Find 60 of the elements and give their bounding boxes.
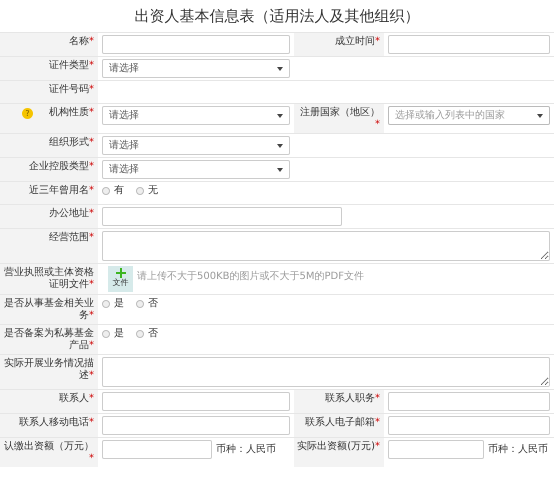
text-input[interactable] [102, 392, 290, 411]
radio-label: 否 [148, 297, 158, 311]
field-label: 组织形式* [0, 134, 98, 157]
field-label: 证件号码* [0, 81, 98, 103]
field-label: 联系人电子邮箱* [294, 414, 384, 437]
radio-label: 有 [114, 184, 124, 198]
radio-button[interactable] [136, 330, 144, 338]
text-area[interactable] [102, 231, 550, 261]
radio-label: 否 [148, 327, 158, 341]
amount-input[interactable] [388, 440, 484, 459]
field-label: 近三年曾用名* [0, 182, 98, 204]
caret-icon [277, 168, 283, 172]
field-label: 办公地址* [0, 205, 98, 228]
field-label: 企业控股类型* [0, 158, 98, 181]
caret-icon [537, 114, 543, 118]
help-icon[interactable]: ? [22, 108, 33, 119]
radio-button[interactable] [102, 330, 110, 338]
field-label: 联系人移动电话* [0, 414, 98, 437]
radio-button[interactable] [102, 300, 110, 308]
field-label: 是否从事基金相关业务* [0, 295, 98, 324]
radio-button[interactable] [102, 187, 110, 195]
field-label: 联系人职务* [294, 390, 384, 413]
radio-label: 无 [148, 184, 158, 198]
field-label: 营业执照或主体资格证明文件* [0, 264, 98, 294]
upload-hint: 请上传不大于500KB的图片或不大于5M的PDF文件 [137, 270, 364, 284]
amount-input[interactable] [102, 440, 212, 459]
radio-label: 是 [114, 327, 124, 341]
field-label: 名称* [0, 33, 98, 56]
text-input[interactable] [388, 392, 550, 411]
field-label: 实际出资额(万元)* [294, 438, 384, 467]
text-input[interactable] [102, 416, 290, 435]
text-input[interactable] [102, 35, 290, 54]
radio-button[interactable] [136, 187, 144, 195]
select-field[interactable]: 请选择 [102, 136, 290, 155]
field-label: 成立时间* [294, 33, 384, 56]
field-label: 认缴出资额（万元） * [0, 438, 98, 467]
select-field[interactable]: 请选择 [102, 160, 290, 179]
select-field[interactable]: 请选择 [102, 59, 290, 78]
text-input[interactable] [102, 207, 342, 226]
plus-icon [116, 268, 126, 278]
field-label: 经营范围* [0, 229, 98, 263]
text-area[interactable] [102, 357, 550, 387]
upload-button[interactable]: 文件 [108, 266, 133, 292]
radio-button[interactable] [136, 300, 144, 308]
page-title: 出资人基本信息表（适用法人及其他组织） [134, 6, 420, 27]
field-label: 实际开展业务情况描述* [0, 355, 98, 389]
select-field[interactable]: 请选择 [102, 106, 290, 125]
text-input[interactable] [388, 35, 550, 54]
field-label: 联系人* [0, 390, 98, 413]
text-input[interactable] [388, 416, 550, 435]
field-label: 机构性质* ? [0, 104, 98, 133]
field-label: 注册国家（地区） * [294, 104, 384, 133]
currency-label: 币种：人民币 [488, 442, 548, 457]
currency-label: 币种：人民币 [216, 442, 276, 457]
field-label: 是否备案为私募基金产品* [0, 325, 98, 354]
radio-label: 是 [114, 297, 124, 311]
caret-icon [277, 114, 283, 118]
caret-icon [277, 66, 283, 70]
caret-icon [277, 144, 283, 148]
field-label: 证件类型* [0, 57, 98, 80]
